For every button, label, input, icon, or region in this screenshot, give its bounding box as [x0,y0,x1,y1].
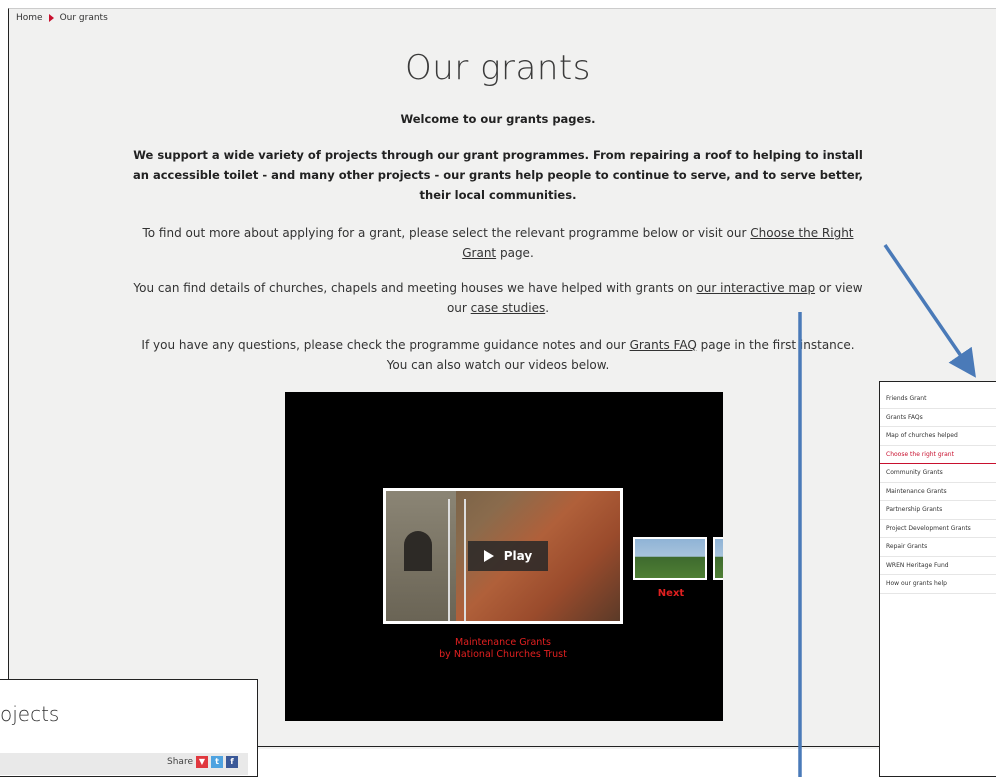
sidebar-item-project-development-grants[interactable]: Project Development Grants [880,520,996,538]
sidebar-item-maintenance-grants[interactable]: Maintenance Grants [880,483,996,501]
breadcrumb-current: Our grants [59,13,108,23]
sidebar-list: Friends Grant Grants FAQs Map of churches … [880,382,996,594]
find-out-suffix: page. [499,246,534,260]
ladder-image [448,499,466,621]
find-out-paragraph: To find out more about applying for a gr… [130,223,866,263]
play-icon [483,550,494,562]
sidebar-item-friends-grant[interactable]: Friends Grant [880,390,996,409]
video-caption-title: Maintenance Grants [455,637,551,648]
pocket-share-icon[interactable]: ▼ [196,756,208,768]
find-out-prefix: To find out more about applying for a gr… [142,226,747,240]
breadcrumb: Home Our grants [16,13,108,23]
video-player[interactable]: Play Next Maintenance Grants by National… [285,392,723,721]
video-thumbnail-main[interactable]: Play [383,488,623,624]
video-thumbnail-partial[interactable] [713,537,723,580]
sidebar-item-repair-grants[interactable]: Repair Grants [880,538,996,557]
breadcrumb-home[interactable]: Home [16,13,43,23]
share-bar: Share ▼ t f [0,753,248,775]
sidebar-item-grants-faqs[interactable]: Grants FAQs [880,409,996,427]
questions-paragraph: If you have any questions, please check … [130,335,866,375]
cutout-title: ojects [0,702,60,726]
sidebar-item-choose-the-right-grant[interactable]: Choose the right grant [880,446,996,464]
sidebar-item-wren-heritage-fund[interactable]: WREN Heritage Fund [880,557,996,575]
breadcrumb-arrow-icon [48,14,54,22]
video-caption-subtitle: by National Churches Trust [439,649,567,660]
sidebar-item-partnership-grants[interactable]: Partnership Grants [880,501,996,520]
grants-sidebar-menu: Friends Grant Grants FAQs Map of churches … [879,381,996,777]
share-group: Share ▼ t f [167,756,238,768]
case-studies-link[interactable]: case studies [471,301,546,315]
video-caption: Maintenance Grants by National Churches … [383,637,623,661]
welcome-text: Welcome to our grants pages. [400,112,596,126]
sidebar-item-map-of-churches-helped[interactable]: Map of churches helped [880,427,996,446]
details-suffix: . [545,301,550,315]
sidebar-item-how-our-grants-help[interactable]: How our grants help [880,575,996,594]
play-label: Play [503,549,533,563]
intro-paragraph: We support a wide variety of projects th… [133,148,863,202]
play-button[interactable]: Play [468,541,548,571]
facebook-share-icon[interactable]: f [226,756,238,768]
details-paragraph: You can find details of churches, chapel… [130,278,866,318]
next-label[interactable]: Next [633,588,709,599]
questions-prefix: If you have any questions, please check … [141,338,626,352]
page-title: Our grants [405,48,591,88]
video-thumbnail-next[interactable] [633,537,707,580]
details-prefix: You can find details of churches, chapel… [133,281,693,295]
twitter-share-icon[interactable]: t [211,756,223,768]
bottom-divider [258,746,879,747]
sidebar-item-community-grants[interactable]: Community Grants [880,464,996,483]
projects-cutout-panel: ojects Share ▼ t f [0,679,258,777]
church-window-image [404,531,432,571]
share-label: Share [167,757,193,767]
grants-faq-link[interactable]: Grants FAQ [630,338,697,352]
interactive-map-link[interactable]: our interactive map [696,281,815,295]
